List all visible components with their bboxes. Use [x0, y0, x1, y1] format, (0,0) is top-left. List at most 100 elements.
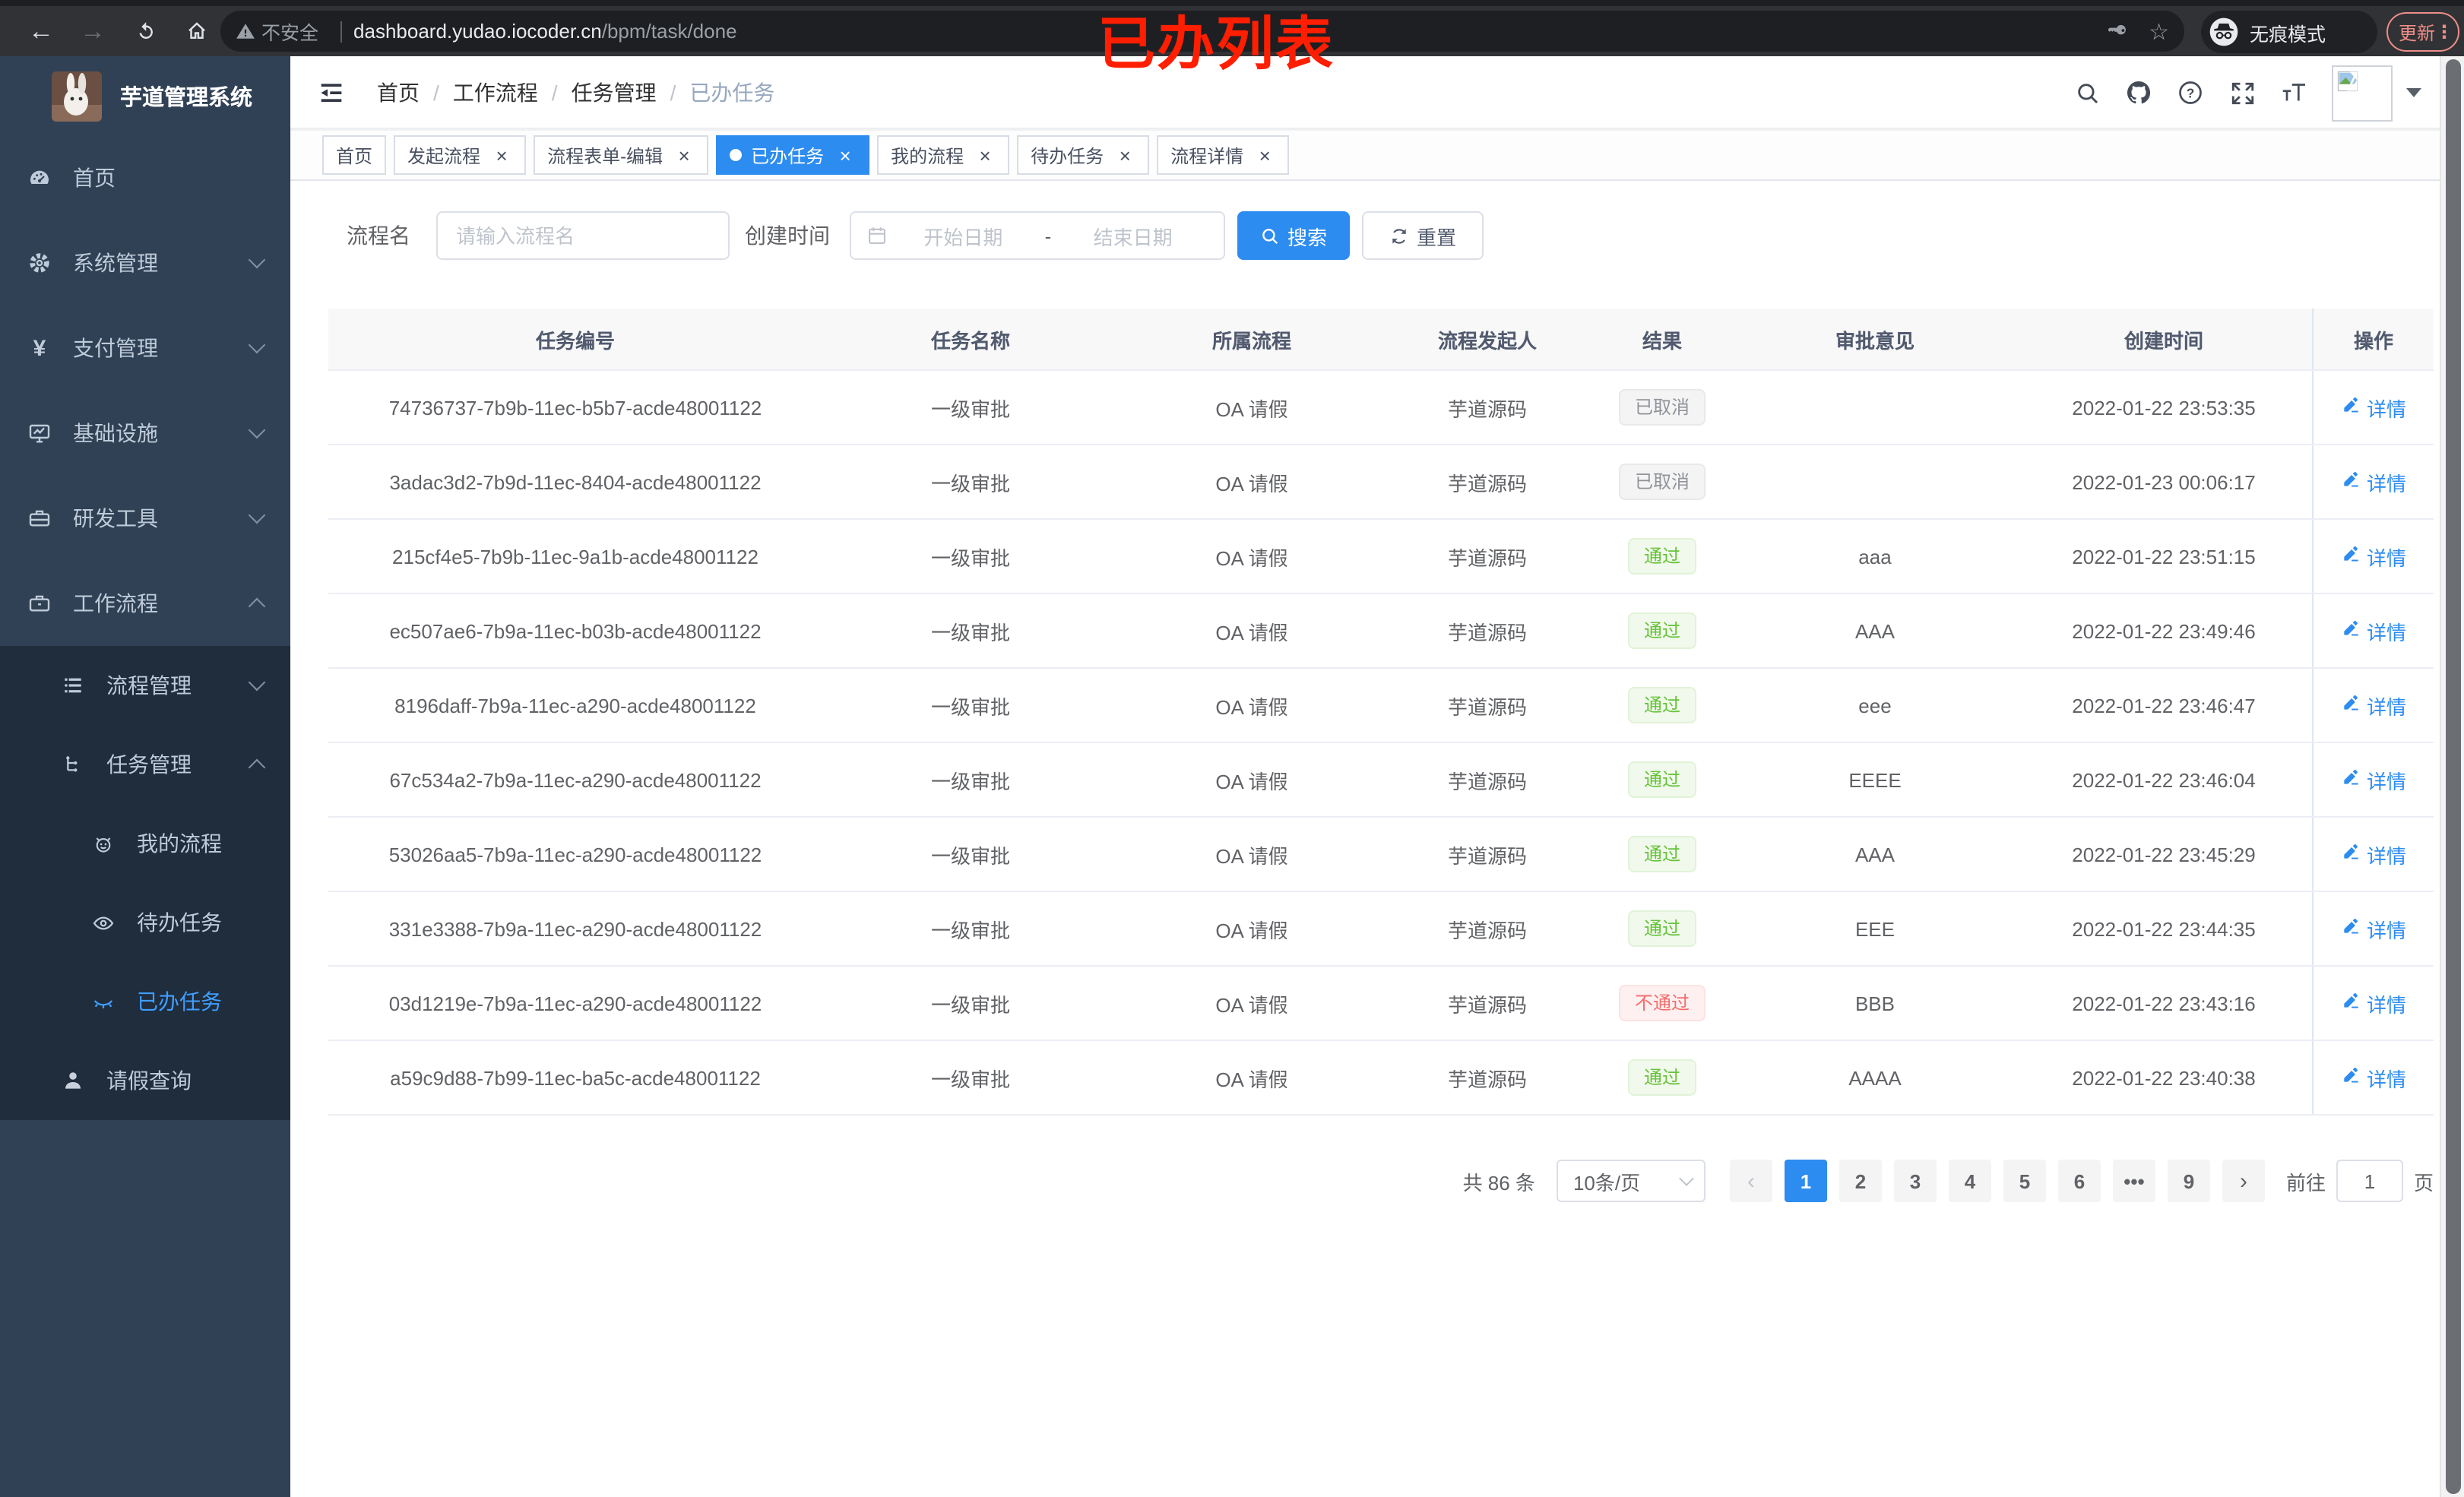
close-icon[interactable]: ×: [974, 144, 996, 166]
next-page-button[interactable]: ›: [2222, 1160, 2265, 1202]
detail-link[interactable]: 详情: [2341, 765, 2406, 794]
time-cell: 2022-01-23 00:06:17: [2072, 470, 2256, 493]
robot-icon: [91, 831, 116, 856]
gear-icon: [27, 251, 52, 275]
page-button-5[interactable]: 5: [2003, 1160, 2046, 1202]
help-icon[interactable]: ?: [2165, 56, 2216, 129]
forward-icon[interactable]: →: [73, 11, 112, 51]
detail-link[interactable]: 详情: [2341, 840, 2406, 869]
breadcrumb-item-首页[interactable]: 首页: [377, 78, 420, 108]
github-icon[interactable]: [2113, 56, 2165, 129]
page-button-2[interactable]: 2: [1838, 1160, 1882, 1202]
starter-cell: 芋道源码: [1447, 1068, 1527, 1090]
sidebar-item-任务管理[interactable]: 任务管理: [0, 725, 290, 804]
sidebar-item-研发工具[interactable]: 研发工具: [0, 476, 290, 561]
tab-发起流程[interactable]: 发起流程 ×: [394, 135, 527, 175]
sidebar-item-我的流程[interactable]: 我的流程: [0, 804, 290, 883]
detail-link[interactable]: 详情: [2341, 467, 2406, 496]
app-logo-block[interactable]: 芋道管理系统: [0, 56, 290, 135]
fullscreen-icon[interactable]: [2216, 56, 2268, 129]
time-cell: 2022-01-22 23:43:16: [2072, 992, 2256, 1014]
update-label[interactable]: 更新: [2399, 19, 2435, 45]
reset-button[interactable]: 重置: [1362, 211, 1484, 260]
tab-待办任务[interactable]: 待办任务 ×: [1017, 135, 1150, 175]
reload-icon[interactable]: [125, 11, 164, 51]
page-button-6[interactable]: 6: [2057, 1160, 2101, 1202]
column-header-审批意见: 审批意见: [1835, 329, 1915, 352]
hamburger-icon[interactable]: [316, 78, 347, 108]
monitor-icon: [27, 421, 52, 445]
browser-update-button[interactable]: 更新 ⋮: [2386, 12, 2459, 52]
detail-link[interactable]: 详情: [2341, 914, 2406, 943]
starter-cell: 芋道源码: [1447, 844, 1527, 867]
start-date-placeholder[interactable]: 开始日期: [888, 221, 1039, 250]
sidebar-item-工作流程[interactable]: 工作流程: [0, 561, 290, 646]
sidebar-item-首页[interactable]: 首页: [0, 135, 290, 220]
sidebar-item-支付管理[interactable]: ¥ 支付管理: [0, 305, 290, 391]
process-name-input[interactable]: [436, 211, 730, 260]
date-range-input[interactable]: 开始日期 - 结束日期: [850, 211, 1225, 260]
tab-首页[interactable]: 首页: [322, 135, 387, 175]
tab-我的流程[interactable]: 我的流程 ×: [877, 135, 1010, 175]
sidebar-item-待办任务[interactable]: 待办任务: [0, 883, 290, 962]
prev-page-button[interactable]: ‹: [1729, 1160, 1772, 1202]
page-button-3[interactable]: 3: [1893, 1160, 1937, 1202]
sidebar-item-流程管理[interactable]: 流程管理: [0, 646, 290, 725]
avatar-caret-down-icon[interactable]: [2406, 88, 2421, 97]
page-scrollbar[interactable]: [2440, 56, 2464, 1497]
page-button-9[interactable]: 9: [2167, 1160, 2210, 1202]
pager-ellipsis[interactable]: •••: [2112, 1160, 2155, 1202]
operation-cell: 详情: [2312, 520, 2434, 593]
search-button[interactable]: 搜索: [1237, 211, 1350, 260]
sidebar-item-基础设施[interactable]: 基础设施: [0, 391, 290, 476]
detail-link[interactable]: 详情: [2341, 616, 2406, 645]
table-row: 67c534a2-7b9a-11ec-a290-acde48001122 一级审批…: [328, 743, 2434, 818]
avatar[interactable]: [2332, 65, 2393, 121]
sidebar-item-请假查询[interactable]: 请假查询: [0, 1041, 290, 1120]
home-icon[interactable]: [176, 11, 216, 51]
end-date-placeholder[interactable]: 结束日期: [1057, 221, 1208, 250]
password-key-icon[interactable]: [2108, 20, 2130, 43]
task-id-cell: 03d1219e-7b9a-11ec-a290-acde48001122: [388, 992, 762, 1014]
goto-page-input[interactable]: [2336, 1160, 2403, 1202]
tab-已办任务[interactable]: 已办任务 ×: [716, 135, 870, 175]
font-size-icon[interactable]: [2268, 56, 2320, 129]
close-icon[interactable]: ×: [491, 144, 512, 166]
operation-cell: 详情: [2312, 1041, 2434, 1114]
breadcrumb-item-已办任务: 已办任务: [689, 81, 775, 105]
page-button-4[interactable]: 4: [1948, 1160, 1991, 1202]
detail-link[interactable]: 详情: [2341, 393, 2406, 422]
sidebar-item-系统管理[interactable]: 系统管理: [0, 220, 290, 305]
scrollbar-thumb[interactable]: [2446, 59, 2461, 1494]
page-button-1[interactable]: 1: [1784, 1160, 1827, 1202]
tab-流程详情[interactable]: 流程详情 ×: [1157, 135, 1290, 175]
result-cell: 已取消: [1590, 371, 1734, 444]
time-cell: 2022-01-22 23:40:38: [2072, 1066, 2256, 1089]
search-icon[interactable]: [2061, 56, 2113, 129]
page-size-select[interactable]: 10条/页: [1556, 1160, 1705, 1202]
starter-cell: 芋道源码: [1447, 919, 1527, 942]
time-cell: 2022-01-22 23:51:15: [2072, 545, 2256, 568]
status-badge: 通过: [1628, 686, 1696, 724]
detail-link[interactable]: 详情: [2341, 989, 2406, 1018]
close-icon[interactable]: ×: [835, 144, 856, 166]
detail-link[interactable]: 详情: [2341, 691, 2406, 720]
breadcrumb-separator: /: [551, 81, 558, 105]
browser-chrome: ← → 不安全 dashboard.yudao.iocoder.cn/bpm/t…: [0, 0, 2464, 78]
close-icon[interactable]: ×: [673, 144, 695, 166]
detail-link[interactable]: 详情: [2341, 542, 2406, 571]
task-id-cell: 67c534a2-7b9a-11ec-a290-acde48001122: [389, 768, 762, 791]
bookmark-star-icon[interactable]: ☆: [2149, 17, 2169, 45]
close-icon[interactable]: ×: [1114, 144, 1135, 166]
task-name-cell: 一级审批: [930, 546, 1010, 569]
detail-link[interactable]: 详情: [2341, 1063, 2406, 1092]
back-icon[interactable]: ←: [21, 11, 61, 51]
tab-流程表单-编辑[interactable]: 流程表单-编辑 ×: [534, 135, 709, 175]
result-cell: 通过: [1590, 669, 1734, 742]
sidebar-item-已办任务[interactable]: 已办任务: [0, 962, 290, 1041]
app-logo: [52, 71, 102, 121]
close-icon[interactable]: ×: [1254, 144, 1275, 166]
breadcrumb-item-工作流程[interactable]: 工作流程: [453, 78, 538, 108]
browser-menu-icon[interactable]: ⋮: [2435, 23, 2453, 41]
breadcrumb-item-任务管理[interactable]: 任务管理: [572, 78, 657, 108]
